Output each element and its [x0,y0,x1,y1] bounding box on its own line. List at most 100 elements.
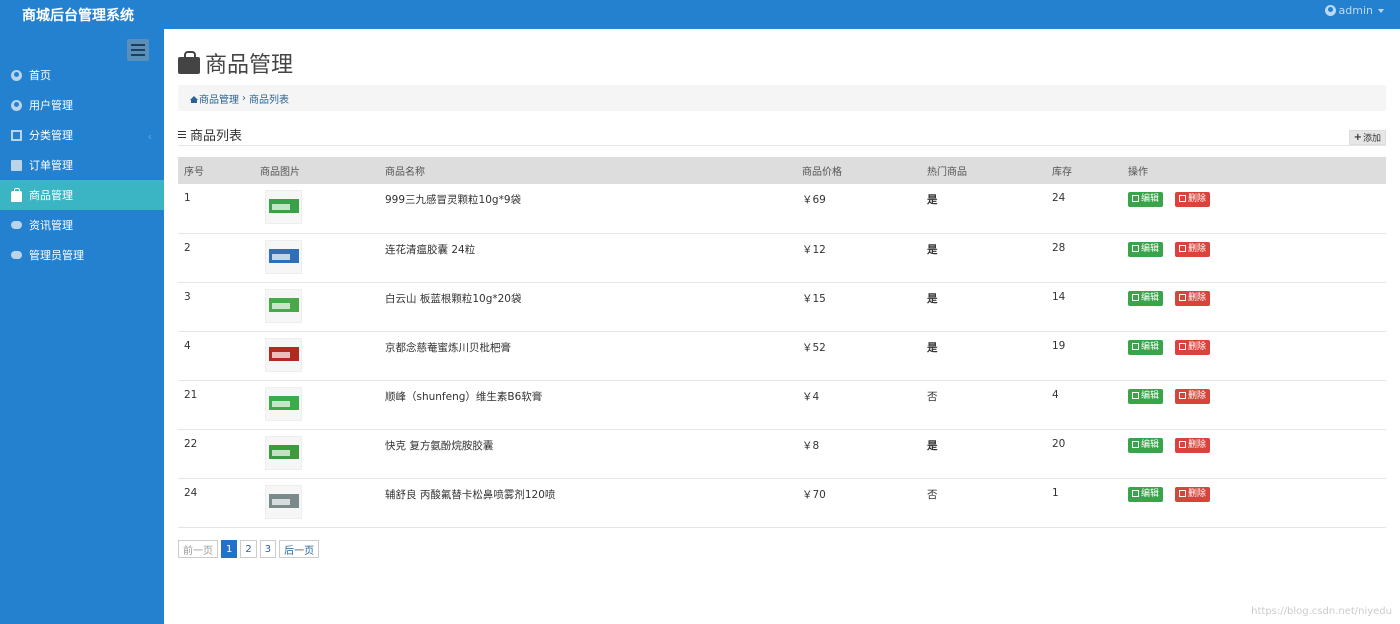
stock-count: 20 [1046,429,1122,479]
row-id: 24 [178,478,254,528]
edit-label: 编辑 [1141,341,1160,352]
delete-label: 删除 [1188,488,1207,499]
edit-button[interactable]: 编辑 [1128,388,1164,404]
product-thumbnail [265,435,302,470]
page-button-3[interactable]: 3 [259,540,277,558]
product-price: ￥4 [796,380,921,430]
delete-button[interactable]: 删除 [1175,339,1211,355]
user-avatar-icon [1324,5,1336,16]
product-price: ￥70 [796,478,921,528]
sidebar-item-orders[interactable]: 订单管理 [0,150,164,180]
breadcrumb-item-products[interactable]: 商品管理 [199,91,239,106]
sidebar-item-label: 商品管理 [29,189,73,202]
product-name: 连花清瘟胶囊 24粒 [379,233,796,283]
edit-icon [1132,244,1139,252]
sidebar-item-admins[interactable]: 管理员管理 [0,240,164,270]
hot-flag: 是 [921,233,1046,283]
product-name: 白云山 板蓝根颗粒10g*20袋 [379,282,796,332]
pagination: 前一页 1 2 3 后一页 [178,540,320,558]
delete-label: 删除 [1188,194,1207,204]
edit-icon [1132,391,1139,399]
section-header: 商品列表 + 添加 [178,123,1386,146]
section-title: 商品列表 [178,125,242,144]
main-content: 商品管理 商品管理 › 商品列表 商品列表 + 添加 序号 商品图片 商品名称 … [164,29,1400,624]
actions-cell: 编辑 删除 [1122,233,1386,283]
product-thumbnail [265,484,302,519]
stock-count: 19 [1046,331,1122,381]
product-name: 京都念慈菴蜜炼川贝枇杷膏 [379,331,796,381]
edit-icon [1132,293,1139,301]
sidebar-item-home[interactable]: 首页 [0,60,164,90]
plus-icon: + [1353,132,1362,143]
row-id: 21 [178,380,254,430]
table-row: 2 连花清瘟胶囊 24粒 ￥12 是 28 编辑 删除 [178,233,1386,283]
row-id: 22 [178,429,254,479]
product-image-cell [254,380,379,430]
edit-label: 编辑 [1141,292,1160,303]
row-id: 4 [178,331,254,381]
sidebar-item-products[interactable]: 商品管理 [0,180,164,210]
edit-button[interactable]: 编辑 [1128,192,1164,207]
sidebar-menu: 首页 用户管理 分类管理 ‹ 订单管理 商品管理 资讯管理 管理员管理 [0,60,164,270]
delete-label: 删除 [1188,390,1207,401]
edit-button[interactable]: 编辑 [1128,290,1164,306]
product-name: 快克 复方氨酚烷胺胶囊 [379,429,796,479]
column-header: 商品图片 [254,157,379,184]
trash-icon [1179,293,1187,301]
stock-count: 24 [1046,184,1122,234]
sidebar-item-label: 管理员管理 [29,249,84,262]
sidebar: 首页 用户管理 分类管理 ‹ 订单管理 商品管理 资讯管理 管理员管理 [0,29,164,624]
trash-icon [1179,342,1187,350]
breadcrumb-separator: › [242,92,246,104]
caret-down-icon [1378,8,1384,13]
chat-icon [11,251,22,259]
trash-icon [1179,440,1187,448]
product-image-cell [254,478,379,528]
product-image-cell [254,429,379,479]
prev-page-button[interactable]: 前一页 [178,540,218,558]
edit-icon [1132,489,1139,497]
edit-button[interactable]: 编辑 [1128,486,1164,502]
delete-button[interactable]: 删除 [1175,290,1211,306]
grid-icon [11,129,22,141]
actions-cell: 编辑 删除 [1122,478,1386,528]
edit-button[interactable]: 编辑 [1128,241,1164,257]
user-menu[interactable]: admin [1324,4,1384,17]
table-row: 4 京都念慈菴蜜炼川贝枇杷膏 ￥52 是 19 编辑 删除 [178,331,1386,381]
column-header: 库存 [1046,157,1122,184]
sidebar-item-categories[interactable]: 分类管理 ‹ [0,120,164,150]
hot-flag: 是 [921,331,1046,381]
next-page-button[interactable]: 后一页 [279,540,320,558]
sidebar-item-users[interactable]: 用户管理 [0,90,164,120]
product-image-cell [254,331,379,381]
product-price: ￥69 [796,184,921,234]
row-id: 3 [178,282,254,332]
delete-button[interactable]: 删除 [1175,437,1211,453]
delete-button[interactable]: 删除 [1175,486,1211,502]
breadcrumb-item-list[interactable]: 商品列表 [249,91,289,106]
add-product-button[interactable]: + 添加 [1348,130,1386,145]
delete-button[interactable]: 删除 [1175,192,1211,207]
stock-count: 14 [1046,282,1122,332]
product-thumbnail [265,288,302,323]
edit-label: 编辑 [1141,439,1160,450]
delete-button[interactable]: 删除 [1175,241,1211,257]
page-button-2[interactable]: 2 [240,540,257,558]
edit-button[interactable]: 编辑 [1128,437,1164,453]
home-icon [190,96,198,103]
hot-flag: 否 [921,380,1046,430]
menu-toggle-button[interactable] [127,39,149,61]
product-thumbnail [265,239,302,274]
trash-icon [1179,195,1187,202]
section-title-text: 商品列表 [190,129,243,144]
edit-button[interactable]: 编辑 [1128,339,1164,355]
stock-count: 1 [1046,478,1122,528]
edit-icon [1132,195,1139,202]
chat-icon [11,221,22,229]
page-button-1[interactable]: 1 [221,540,238,558]
sidebar-item-label: 资讯管理 [29,219,73,232]
hot-flag: 是 [921,282,1046,332]
delete-button[interactable]: 删除 [1175,388,1211,404]
trash-icon [1179,489,1187,497]
sidebar-item-news[interactable]: 资讯管理 [0,210,164,240]
